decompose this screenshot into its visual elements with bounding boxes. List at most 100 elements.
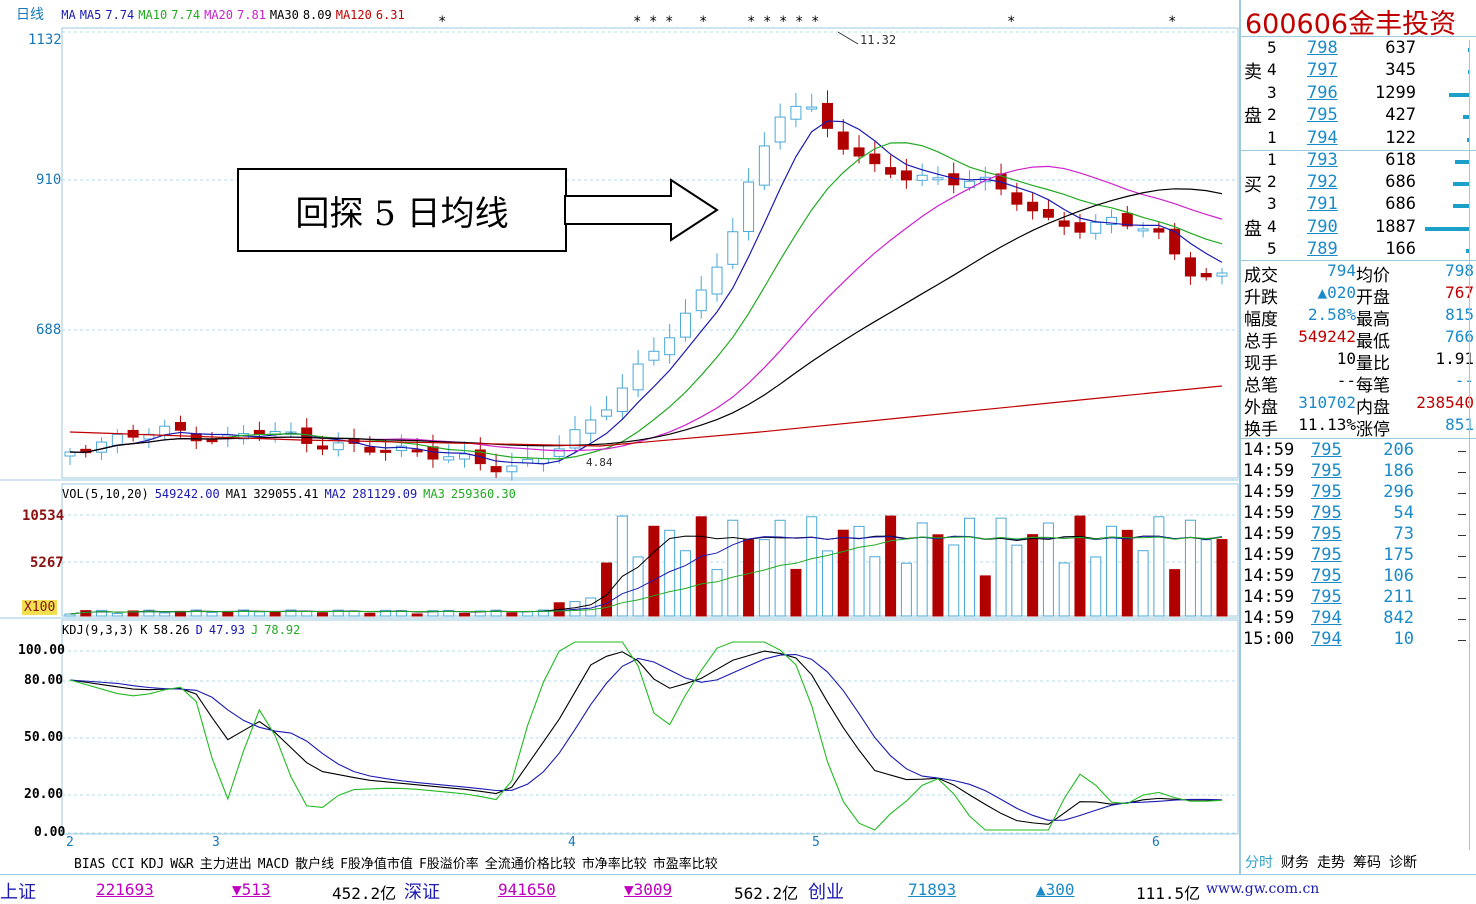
candle-body	[490, 466, 502, 473]
ma-legend-label: MA	[61, 8, 76, 22]
legend-item: K	[140, 623, 148, 637]
event-marker-icon[interactable]: *	[811, 14, 819, 30]
buy-price[interactable]: 792	[1307, 172, 1338, 192]
volume-bar	[616, 515, 628, 617]
ma-legend-label: MA30	[269, 8, 299, 22]
sell-price[interactable]: 798	[1307, 38, 1338, 58]
event-marker-icon[interactable]: *	[1168, 14, 1176, 30]
buy-price[interactable]: 789	[1307, 239, 1338, 259]
volume-bar	[1216, 539, 1228, 617]
candle-body	[885, 167, 897, 175]
sell-price[interactable]: 796	[1307, 83, 1338, 103]
index-label[interactable]: 创业	[808, 878, 844, 904]
volume-bar	[727, 519, 739, 617]
tick-time: 14:59	[1243, 608, 1295, 628]
sell-label: 盘	[1244, 106, 1262, 127]
candle-body	[1153, 228, 1165, 233]
volume-bars	[64, 515, 1228, 617]
index-label[interactable]: 上证	[0, 878, 36, 904]
buy-volume: 686	[1385, 172, 1416, 193]
chart-area[interactable]: * * * * * * * * * * * * 11.32 4.84 日线 MA MA5 7.74 MA10…	[0, 0, 1240, 880]
panel-tab[interactable]: 走势	[1317, 855, 1345, 871]
x-tick: 2	[66, 835, 74, 850]
event-marker-icon[interactable]: *	[1007, 14, 1015, 30]
stat-value: 310702	[1298, 393, 1356, 412]
event-marker-icon[interactable]: *	[699, 14, 707, 30]
panel-tab[interactable]: 分时	[1245, 855, 1273, 871]
panel-tab[interactable]: 筹码	[1353, 855, 1381, 871]
indicator-tab[interactable]: 市盈率比较	[653, 853, 718, 872]
sell-price[interactable]: 795	[1307, 105, 1338, 125]
candle-body	[616, 387, 628, 412]
tick-volume: 54	[1393, 503, 1414, 523]
sell-price[interactable]: 797	[1307, 60, 1338, 80]
legend-item: MA2	[324, 487, 347, 501]
candle-body	[790, 105, 802, 120]
index-change: ▲300	[1036, 880, 1075, 899]
legend-item: 78.92	[264, 623, 301, 637]
event-marker-icon[interactable]: *	[795, 14, 803, 30]
buy-price[interactable]: 790	[1307, 217, 1338, 237]
volume-bar	[695, 516, 707, 617]
kdj-y-tick: 0.00	[34, 825, 66, 840]
tick-dash	[1458, 598, 1466, 599]
sell-label: 卖	[1244, 62, 1262, 83]
buy-level: 4	[1267, 216, 1277, 236]
indicator-tab[interactable]: KDJ	[141, 857, 164, 872]
volume-bar	[159, 612, 171, 617]
event-marker-icon[interactable]: *	[649, 14, 657, 30]
candle-body	[743, 181, 755, 232]
sell-volume: 345	[1385, 60, 1416, 81]
indicator-tab[interactable]: BIAS	[74, 857, 105, 872]
tick-dash	[1458, 535, 1466, 536]
event-marker-icon[interactable]: *	[763, 14, 771, 30]
buy-price[interactable]: 791	[1307, 194, 1338, 214]
index-value: 221693	[96, 880, 154, 899]
indicator-tab[interactable]: CCI	[111, 857, 134, 872]
event-marker-icon[interactable]: *	[747, 14, 755, 30]
tick-price: 795	[1311, 461, 1342, 481]
indicator-tab[interactable]: W&R	[170, 857, 193, 872]
buy-label: 买	[1244, 175, 1262, 196]
volume-legend: VOL(5,10,20) 549242.00 MA1 329055.41 MA2 2811…	[62, 487, 522, 501]
indicator-tab[interactable]: MACD	[258, 857, 289, 872]
stat-value: 794	[1327, 261, 1356, 280]
indicator-tab[interactable]: F股净值市值	[340, 853, 413, 872]
event-marker-icon[interactable]: *	[438, 14, 446, 30]
panel-tab[interactable]: 财务	[1281, 855, 1309, 871]
volume-bar	[316, 612, 328, 617]
scrollbar[interactable]	[1469, 40, 1476, 850]
indicator-tab[interactable]: 散户线	[295, 853, 334, 872]
tick-dash	[1458, 514, 1466, 515]
index-amount: 111.5亿	[1136, 884, 1201, 903]
legend-item: J	[250, 623, 259, 637]
event-marker-icon[interactable]: *	[665, 14, 673, 30]
period-label[interactable]: 日线	[16, 7, 44, 23]
indicator-tab[interactable]: 全流通价格比较	[485, 853, 576, 872]
sell-price[interactable]: 794	[1307, 128, 1338, 148]
candle-body	[900, 170, 912, 181]
event-marker-icon[interactable]: *	[779, 14, 787, 30]
index-amount: 452.2亿	[332, 884, 397, 903]
candle-body	[664, 337, 676, 356]
legend-item: VOL(5,10,20)	[62, 487, 149, 501]
index-label[interactable]: 深证	[404, 878, 440, 904]
indicator-tab[interactable]: 市净率比较	[582, 853, 647, 872]
tick-dash	[1458, 640, 1466, 641]
indicator-tab[interactable]: 主力进出	[200, 853, 252, 872]
tick-price: 795	[1311, 566, 1342, 586]
stat-value: 11.13%	[1298, 415, 1356, 434]
panel-tab[interactable]: 诊断	[1389, 855, 1417, 871]
candle-body	[1058, 220, 1070, 227]
indicator-tab[interactable]: F股溢价率	[419, 853, 479, 872]
volume-bar	[711, 569, 723, 617]
legend-item: MA3	[423, 487, 445, 501]
volume-bar	[364, 612, 376, 617]
legend-item: 58.26	[153, 623, 190, 637]
volume-bar	[790, 568, 802, 617]
event-marker-icon[interactable]: *	[633, 14, 641, 30]
candle-body	[821, 102, 833, 129]
buy-price[interactable]: 793	[1307, 150, 1338, 170]
website-link[interactable]: www.gw.com.cn	[1206, 881, 1319, 897]
volume-bar	[1169, 569, 1181, 617]
